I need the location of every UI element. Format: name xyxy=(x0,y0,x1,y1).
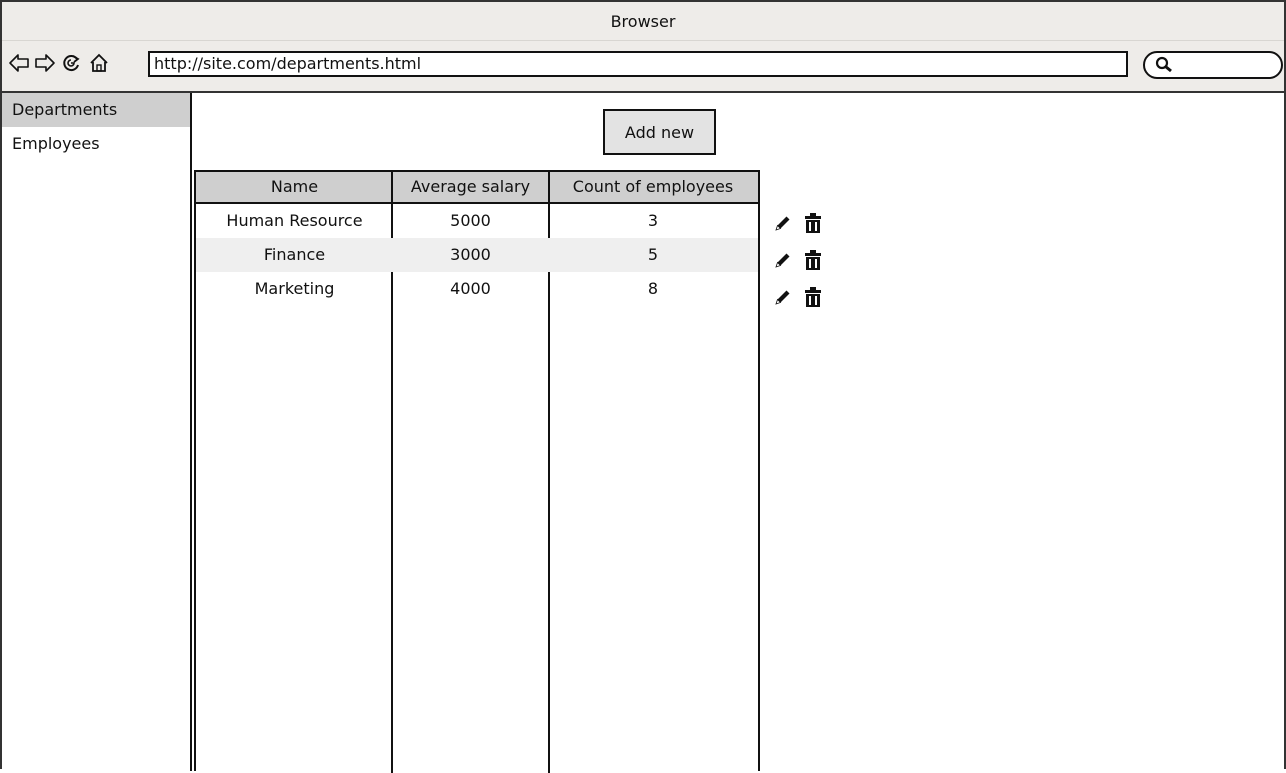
pencil-icon[interactable] xyxy=(772,249,794,271)
browser-window: Browser http://site.com/departments.html… xyxy=(0,0,1286,773)
row-actions-finance xyxy=(772,241,842,278)
column-header-name[interactable]: Name xyxy=(196,172,393,202)
window-titlebar: Browser xyxy=(2,2,1284,41)
sidebar: Departments Employees xyxy=(2,93,192,771)
browser-toolbar: http://site.com/departments.html xyxy=(2,41,1284,93)
search-input[interactable] xyxy=(1143,51,1283,79)
reload-icon[interactable] xyxy=(60,52,82,74)
trash-icon[interactable] xyxy=(802,212,824,234)
cell-name: Marketing xyxy=(254,279,335,298)
departments-table: Name Average salary Count of employees H… xyxy=(194,170,760,773)
cell-count-of-employees: 8 xyxy=(647,279,659,298)
table-row[interactable]: Human Resource 5000 3 xyxy=(196,204,758,238)
sidebar-item-label: Departments xyxy=(12,100,118,119)
sidebar-item-employees[interactable]: Employees xyxy=(2,127,190,161)
address-bar[interactable]: http://site.com/departments.html xyxy=(148,51,1128,77)
row-actions-human-resource xyxy=(772,204,842,241)
sidebar-item-label: Employees xyxy=(12,134,100,153)
trash-icon[interactable] xyxy=(802,286,824,308)
cell-average-salary: 4000 xyxy=(450,279,491,298)
table-header: Name Average salary Count of employees xyxy=(196,172,758,204)
search-icon xyxy=(1155,56,1173,74)
cell-average-salary: 3000 xyxy=(450,245,491,264)
cell-count-of-employees: 3 xyxy=(647,211,659,230)
back-arrow-icon[interactable] xyxy=(8,52,30,74)
sidebar-item-departments[interactable]: Departments xyxy=(2,93,190,127)
forward-arrow-icon[interactable] xyxy=(34,52,56,74)
home-icon[interactable] xyxy=(88,52,110,74)
pencil-icon[interactable] xyxy=(772,286,794,308)
table-body: Human Resource 5000 3 Finance 3000 5 Mar… xyxy=(196,204,758,306)
column-header-average-salary[interactable]: Average salary xyxy=(393,172,548,202)
cell-name: Finance xyxy=(263,245,326,264)
window-title: Browser xyxy=(610,11,676,31)
pencil-icon[interactable] xyxy=(772,212,794,234)
cell-name: Human Resource xyxy=(226,211,363,230)
table-row[interactable]: Finance 3000 5 xyxy=(196,238,758,272)
cell-count-of-employees: 5 xyxy=(647,245,659,264)
table-row[interactable]: Marketing 4000 8 xyxy=(196,272,758,306)
row-actions xyxy=(772,204,842,315)
cell-average-salary: 5000 xyxy=(450,211,491,230)
column-header-count-of-employees[interactable]: Count of employees xyxy=(548,172,758,202)
row-actions-marketing xyxy=(772,278,842,315)
add-new-button[interactable]: Add new xyxy=(603,109,716,155)
trash-icon[interactable] xyxy=(802,249,824,271)
